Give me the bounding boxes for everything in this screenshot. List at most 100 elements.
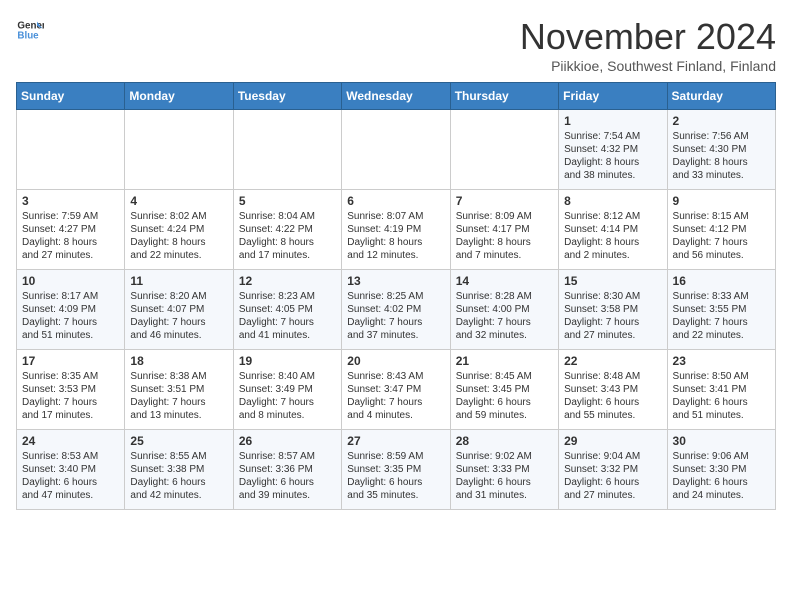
title-block: November 2024 Piikkioe, Southwest Finlan… [520,16,776,74]
day-info-line: Daylight: 7 hours [22,396,119,409]
day-info-line: Sunset: 3:30 PM [673,463,770,476]
day-info-line: and 59 minutes. [456,409,553,422]
day-info-line: Daylight: 7 hours [673,236,770,249]
day-info-line: and 22 minutes. [673,329,770,342]
day-info-line: Daylight: 7 hours [456,316,553,329]
logo: General Blue [16,16,44,44]
day-info-line: Daylight: 6 hours [130,476,227,489]
day-info-line: Sunset: 3:53 PM [22,383,119,396]
day-number: 11 [130,274,227,288]
calendar-cell: 25Sunrise: 8:55 AMSunset: 3:38 PMDayligh… [125,430,233,510]
calendar-cell: 22 Sunrise: 8:48 AMSunset: 3:43 PMDayligh… [559,350,667,430]
calendar-cell: 3Sunrise: 7:59 AMSunset: 4:27 PMDaylight… [17,190,125,270]
day-number: 30 [673,434,770,448]
day-info-line: Daylight: 6 hours [239,476,336,489]
day-info-line: Sunset: 3:43 PM [564,383,661,396]
day-info-line: Daylight: 8 hours [564,156,661,169]
calendar-cell: 26Sunrise: 8:57 AMSunset: 3:36 PMDayligh… [233,430,341,510]
day-number: 18 [130,354,227,368]
day-info-line: Sunset: 3:55 PM [673,303,770,316]
day-info-line: Daylight: 8 hours [130,236,227,249]
day-info-line: Sunrise: 8:50 AM [673,370,770,383]
day-number: 25 [130,434,227,448]
day-info-line: Sunset: 3:32 PM [564,463,661,476]
day-info-line: Sunrise: 8:48 AM [564,370,661,383]
day-info-line: Sunset: 4:24 PM [130,223,227,236]
day-info-line: Daylight: 8 hours [22,236,119,249]
day-info-line: Sunrise: 8:40 AM [239,370,336,383]
day-info-line: Daylight: 8 hours [239,236,336,249]
day-info-line: Sunrise: 8:17 AM [22,290,119,303]
day-number: 6 [347,194,444,208]
day-info-line: Sunset: 3:35 PM [347,463,444,476]
day-info-line: Daylight: 6 hours [564,476,661,489]
day-number: 21 [456,354,553,368]
calendar-cell: 5Sunrise: 8:04 AMSunset: 4:22 PMDaylight… [233,190,341,270]
day-info-line: and 8 minutes. [239,409,336,422]
day-info-line: Sunrise: 7:56 AM [673,130,770,143]
day-info-line: and 39 minutes. [239,489,336,502]
day-info-line: Sunrise: 8:15 AM [673,210,770,223]
day-info-line: Sunrise: 8:12 AM [564,210,661,223]
day-info-line: and 27 minutes. [22,249,119,262]
day-info-line: and 33 minutes. [673,169,770,182]
day-info-line: Sunrise: 8:04 AM [239,210,336,223]
day-info-line: and 47 minutes. [22,489,119,502]
day-info-line: Sunset: 3:51 PM [130,383,227,396]
calendar-cell: 24Sunrise: 8:53 AMSunset: 3:40 PMDayligh… [17,430,125,510]
day-info-line: and 38 minutes. [564,169,661,182]
day-info-line: Sunset: 3:41 PM [673,383,770,396]
day-info-line: Sunrise: 8:55 AM [130,450,227,463]
calendar-cell: 4Sunrise: 8:02 AMSunset: 4:24 PMDaylight… [125,190,233,270]
day-of-week-header: Thursday [450,83,558,110]
calendar-subtitle: Piikkioe, Southwest Finland, Finland [520,58,776,74]
day-number: 1 [564,114,661,128]
calendar-cell: 16Sunrise: 8:33 AMSunset: 3:55 PMDayligh… [667,270,775,350]
calendar-cell: 27Sunrise: 8:59 AMSunset: 3:35 PMDayligh… [342,430,450,510]
calendar-title: November 2024 [520,16,776,58]
day-info-line: Sunrise: 8:02 AM [130,210,227,223]
day-info-line: Sunrise: 7:54 AM [564,130,661,143]
day-info-line: and 17 minutes. [22,409,119,422]
day-number: 17 [22,354,119,368]
day-info-line: Daylight: 8 hours [673,156,770,169]
day-of-week-header: Tuesday [233,83,341,110]
day-number: 16 [673,274,770,288]
day-info-line: and 7 minutes. [456,249,553,262]
day-info-line: Daylight: 7 hours [130,316,227,329]
calendar-cell: 6Sunrise: 8:07 AMSunset: 4:19 PMDaylight… [342,190,450,270]
day-info-line: Daylight: 6 hours [22,476,119,489]
day-info-line: Sunrise: 8:20 AM [130,290,227,303]
calendar-cell: 30Sunrise: 9:06 AMSunset: 3:30 PMDayligh… [667,430,775,510]
calendar-cell: 10Sunrise: 8:17 AMSunset: 4:09 PMDayligh… [17,270,125,350]
day-info-line: Sunrise: 8:38 AM [130,370,227,383]
day-info-line: Sunset: 3:40 PM [22,463,119,476]
day-info-line: and 2 minutes. [564,249,661,262]
calendar-cell: 18Sunrise: 8:38 AMSunset: 3:51 PMDayligh… [125,350,233,430]
calendar-cell [233,110,341,190]
day-info-line: Daylight: 6 hours [564,396,661,409]
day-info-line: Sunset: 4:17 PM [456,223,553,236]
day-number: 26 [239,434,336,448]
day-info-line: Sunrise: 9:06 AM [673,450,770,463]
day-info-line: Daylight: 8 hours [564,236,661,249]
day-info-line: Sunset: 4:30 PM [673,143,770,156]
day-info-line: and 41 minutes. [239,329,336,342]
calendar-cell [17,110,125,190]
calendar-cell [125,110,233,190]
day-info-line: and 51 minutes. [673,409,770,422]
calendar-cell: 12Sunrise: 8:23 AMSunset: 4:05 PMDayligh… [233,270,341,350]
day-number: 8 [564,194,661,208]
day-number: 22 [564,354,661,368]
day-info-line: and 27 minutes. [564,329,661,342]
calendar-cell: 20Sunrise: 8:43 AMSunset: 3:47 PMDayligh… [342,350,450,430]
day-number: 3 [22,194,119,208]
calendar-cell: 13Sunrise: 8:25 AMSunset: 4:02 PMDayligh… [342,270,450,350]
page-header: General Blue November 2024 Piikkioe, Sou… [16,16,776,74]
day-info-line: and 55 minutes. [564,409,661,422]
day-info-line: and 35 minutes. [347,489,444,502]
day-info-line: Sunset: 3:49 PM [239,383,336,396]
calendar-cell: 9Sunrise: 8:15 AMSunset: 4:12 PMDaylight… [667,190,775,270]
calendar-cell: 11Sunrise: 8:20 AMSunset: 4:07 PMDayligh… [125,270,233,350]
day-info-line: and 12 minutes. [347,249,444,262]
